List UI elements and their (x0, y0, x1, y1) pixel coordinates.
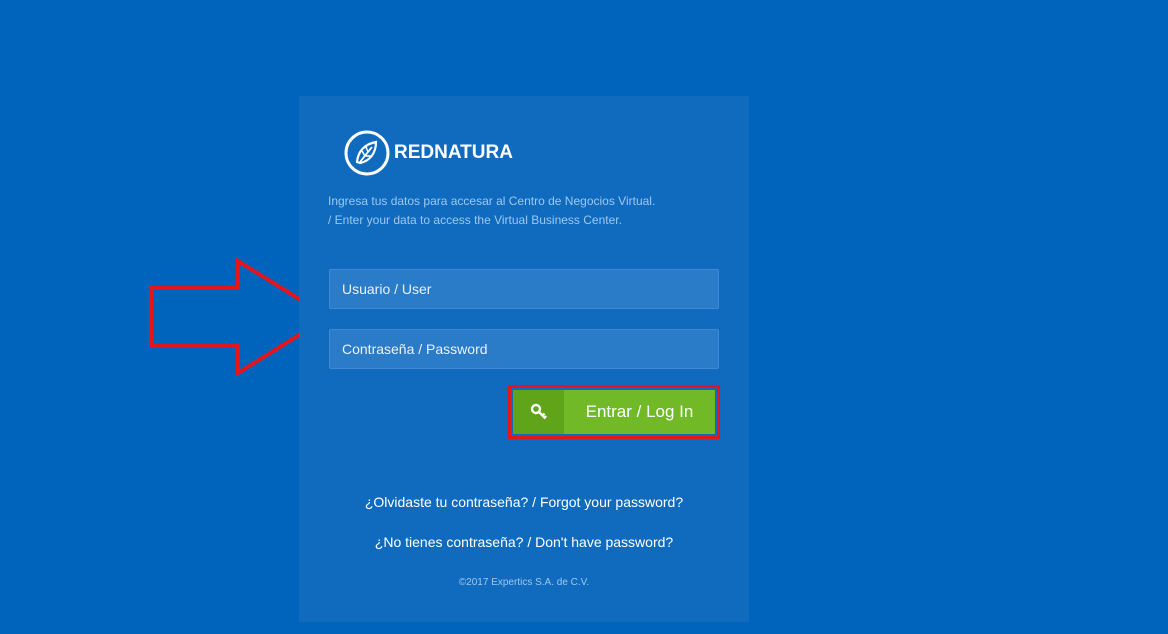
login-panel: REDNATURA Ingresa tus datos para accesar… (299, 96, 749, 622)
brand-logo: REDNATURA (343, 129, 513, 177)
copyright-text: ©2017 Expertics S.A. de C.V. (458, 577, 590, 588)
intro-line-en: / Enter your data to access the Virtual … (328, 213, 622, 227)
no-password-link[interactable]: ¿No tienes contraseña? / Don't have pass… (299, 534, 749, 550)
brand-name: REDNATURA (394, 142, 513, 163)
key-icon (513, 390, 564, 434)
login-button-label: Entrar / Log In (585, 402, 694, 421)
intro-line-es: Ingresa tus datos para accesar al Centro… (328, 194, 656, 208)
username-input[interactable] (329, 269, 719, 309)
forgot-password-link[interactable]: ¿Olvidaste tu contraseña? / Forgot your … (299, 494, 749, 510)
leaf-circle-logo-icon (344, 130, 390, 176)
intro-text: Ingresa tus datos para accesar al Centro… (328, 192, 728, 230)
login-button[interactable]: Entrar / Log In (513, 390, 715, 434)
login-button-highlight: Entrar / Log In (508, 385, 720, 439)
password-input[interactable] (329, 329, 719, 369)
